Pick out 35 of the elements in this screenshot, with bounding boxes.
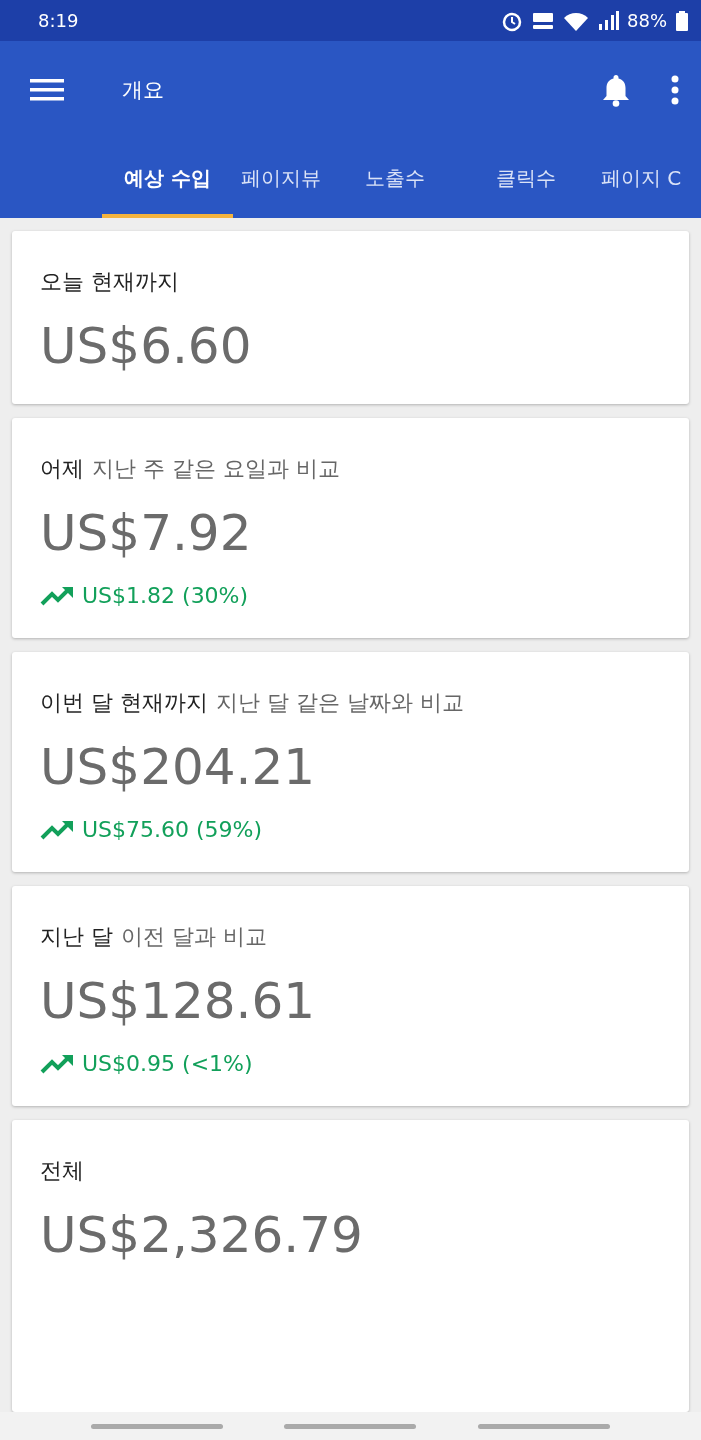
comparison-label: 지난 주 같은 요일과 비교 (92, 455, 340, 483)
more-options-icon[interactable] (671, 74, 679, 105)
battery-icon (675, 9, 689, 32)
trending-up-icon (40, 1053, 74, 1074)
card-title: 지난 달 (40, 923, 113, 951)
notification-bell-icon[interactable] (601, 72, 631, 107)
tab[interactable]: 페이지 C (591, 138, 682, 218)
earnings-amount: US$204.21 (40, 740, 317, 795)
nav-handle[interactable] (284, 1423, 417, 1429)
change-amount: US$1.82 (30%) (82, 583, 249, 608)
signal-icon (597, 9, 619, 32)
change-amount: US$75.60 (59%) (82, 817, 263, 842)
trending-up-icon (40, 819, 74, 840)
tab[interactable]: 페이지뷰 (233, 138, 329, 218)
card-title: 전체 (40, 1157, 84, 1185)
earnings-amount: US$2,326.79 (40, 1208, 364, 1263)
earnings-amount: US$6.60 (40, 319, 253, 374)
card-title: 오늘 현재까지 (40, 268, 179, 296)
nav-handle[interactable] (478, 1423, 611, 1429)
tab[interactable]: 노출수 (329, 138, 460, 218)
tab[interactable]: 예상 수입 (102, 138, 233, 218)
trending-up-icon (40, 585, 74, 606)
earnings-amount: US$7.92 (40, 506, 253, 561)
tab[interactable]: 클릭수 (460, 138, 591, 218)
card-title: 이번 달 현재까지 (40, 689, 208, 717)
menu-icon[interactable] (30, 77, 64, 102)
card-title: 어제 (40, 455, 84, 483)
change-amount: US$0.95 (<1%) (82, 1051, 253, 1076)
status-time: 8:19 (38, 10, 80, 31)
earnings-amount: US$128.61 (40, 974, 317, 1029)
nav-handle[interactable] (90, 1423, 223, 1429)
comparison-label: 이전 달과 비교 (121, 923, 267, 951)
screen-title: 개요 (122, 76, 165, 104)
comparison-label: 지난 달 같은 날짜와 비교 (216, 689, 464, 717)
battery-percent: 88% (627, 10, 667, 31)
